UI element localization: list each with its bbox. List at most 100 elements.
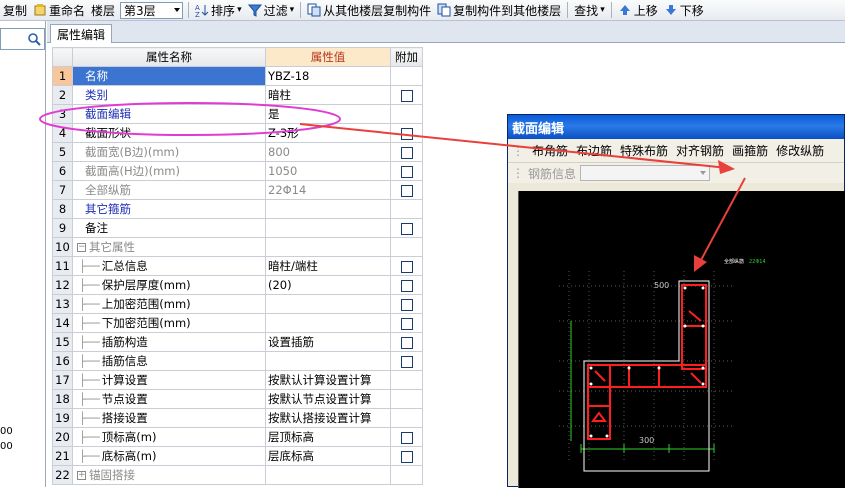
property-row[interactable]: 17 ├── 计算设置 按默认计算设置计算 (52, 370, 423, 390)
row-number[interactable]: 1 (52, 66, 73, 86)
property-row[interactable]: 6 截面高(H边)(mm) 1050 (52, 161, 423, 181)
property-value-header[interactable]: 属性值 (265, 47, 391, 67)
property-name-cell[interactable]: 全部纵筋 (72, 180, 266, 200)
collapse-icon[interactable]: − (77, 243, 86, 252)
property-value[interactable] (265, 218, 391, 238)
row-number[interactable]: 19 (52, 408, 73, 428)
row-number[interactable]: 4 (52, 123, 73, 143)
property-value[interactable] (265, 237, 391, 257)
property-value[interactable] (265, 313, 391, 333)
row-number[interactable]: 12 (52, 275, 73, 295)
place-edge-bar-button[interactable]: 布边筋 (576, 142, 612, 159)
property-name-cell[interactable]: ├── 节点设置 (72, 389, 266, 409)
property-row[interactable]: 11 ├── 汇总信息 暗柱/端柱 (52, 256, 423, 276)
extra-checkbox[interactable] (400, 431, 413, 444)
property-row[interactable]: 7 全部纵筋 22Φ14 (52, 180, 423, 200)
property-name-cell[interactable]: 截面形状 (72, 123, 266, 143)
property-value[interactable]: 800 (265, 142, 391, 162)
property-name-cell[interactable]: 截面宽(B边)(mm) (72, 142, 266, 162)
sort-button[interactable]: AZ 排序 ▾ (192, 1, 245, 20)
search-icon[interactable] (27, 32, 42, 47)
property-row[interactable]: 13 ├── 上加密范围(mm) (52, 294, 423, 314)
property-row[interactable]: 20 ├── 顶标高(m) 层顶标高 (52, 427, 423, 447)
property-value[interactable]: YBZ-18 (265, 66, 391, 86)
property-name-cell[interactable]: ├── 计算设置 (72, 370, 266, 390)
extra-checkbox[interactable] (400, 298, 413, 311)
window-title-bar[interactable]: 截面编辑 (508, 115, 844, 139)
section-editor-window[interactable]: 截面编辑 ⋮ 布角筋 布边筋 特殊布筋 对齐钢筋 画箍筋 修改纵筋 ⋮ 钢筋信息 (507, 114, 845, 488)
row-number[interactable]: 2 (52, 85, 73, 105)
move-up-button[interactable]: 上移 (615, 1, 661, 20)
property-value[interactable] (265, 351, 391, 371)
search-input[interactable] (0, 28, 45, 50)
modify-long-bar-button[interactable]: 修改纵筋 (776, 142, 824, 159)
property-row[interactable]: 1 名称 YBZ-18 (52, 66, 423, 86)
property-value[interactable]: 设置插筋 (265, 332, 391, 352)
row-number[interactable]: 15 (52, 332, 73, 352)
property-row[interactable]: 9 备注 (52, 218, 423, 238)
extra-checkbox[interactable] (400, 317, 413, 330)
extra-checkbox[interactable] (400, 355, 413, 368)
property-value[interactable]: 按默认节点设置计算 (265, 389, 391, 409)
row-number[interactable]: 16 (52, 351, 73, 371)
row-number[interactable]: 14 (52, 313, 73, 333)
row-number[interactable]: 22 (52, 465, 73, 485)
property-value[interactable]: (20) (265, 275, 391, 295)
property-value[interactable] (265, 294, 391, 314)
property-name-cell[interactable]: ├── 插筋信息 (72, 351, 266, 371)
property-row[interactable]: 18 ├── 节点设置 按默认节点设置计算 (52, 389, 423, 409)
extra-checkbox[interactable] (400, 184, 413, 197)
extra-checkbox[interactable] (400, 165, 413, 178)
floor-select[interactable]: 第3层 (120, 1, 184, 19)
extra-header[interactable]: 附加 (390, 47, 423, 67)
row-number[interactable]: 20 (52, 427, 73, 447)
row-number[interactable]: 5 (52, 142, 73, 162)
property-name-cell[interactable]: ├── 保护层厚度(mm) (72, 275, 266, 295)
row-number[interactable]: 3 (52, 104, 73, 124)
property-value[interactable]: 是 (265, 104, 391, 124)
row-number[interactable]: 13 (52, 294, 73, 314)
property-name-cell[interactable]: 截面编辑 (72, 104, 266, 124)
property-value[interactable]: 层顶标高 (265, 427, 391, 447)
property-name-cell[interactable]: ├── 搭接设置 (72, 408, 266, 428)
rename-button[interactable]: 重命名 (30, 1, 88, 20)
row-number[interactable]: 21 (52, 446, 73, 466)
property-row[interactable]: 12 ├── 保护层厚度(mm) (20) (52, 275, 423, 295)
property-name-header[interactable]: 属性名称 (72, 47, 266, 67)
extra-checkbox[interactable] (400, 279, 413, 292)
property-row[interactable]: 10− 其它属性 (52, 237, 423, 257)
special-bar-button[interactable]: 特殊布筋 (620, 142, 668, 159)
property-name-cell[interactable]: 截面高(H边)(mm) (72, 161, 266, 181)
property-row[interactable]: 19 ├── 搭接设置 按默认搭接设置计算 (52, 408, 423, 428)
property-name-cell[interactable]: − 其它属性 (72, 237, 266, 257)
expand-icon[interactable]: + (77, 471, 86, 480)
copy-to-floor-button[interactable]: 复制构件到其他楼层 (434, 1, 564, 20)
property-name-cell[interactable]: 类别 (72, 85, 266, 105)
property-row[interactable]: 5 截面宽(B边)(mm) 800 (52, 142, 423, 162)
section-drawing-canvas[interactable]: 500 300 全部纵筋 22Φ14 (518, 191, 845, 488)
row-number[interactable]: 6 (52, 161, 73, 181)
property-name-cell[interactable]: ├── 底标高(m) (72, 446, 266, 466)
property-row[interactable]: 4 截面形状 Z-3形 (52, 123, 423, 143)
copy-from-floor-button[interactable]: 从其他楼层复制构件 (304, 1, 434, 20)
property-name-cell[interactable]: ├── 上加密范围(mm) (72, 294, 266, 314)
property-row[interactable]: 8 其它箍筋 (52, 199, 423, 219)
property-value[interactable] (265, 199, 391, 219)
property-value[interactable]: 1050 (265, 161, 391, 181)
extra-checkbox[interactable] (400, 450, 413, 463)
property-row[interactable]: 22 + 锚固搭接 (52, 465, 423, 485)
align-bar-button[interactable]: 对齐钢筋 (676, 142, 724, 159)
extra-checkbox[interactable] (400, 260, 413, 273)
property-value[interactable]: 按默认搭接设置计算 (265, 408, 391, 428)
property-value[interactable]: 层底标高 (265, 446, 391, 466)
row-number[interactable]: 11 (52, 256, 73, 276)
copy-button[interactable]: 复制 (0, 1, 30, 20)
row-number[interactable]: 10 (52, 237, 73, 257)
property-name-cell[interactable]: 备注 (72, 218, 266, 238)
property-row[interactable]: 3 截面编辑 是 (52, 104, 423, 124)
row-number[interactable]: 9 (52, 218, 73, 238)
draw-stirrup-button[interactable]: 画箍筋 (732, 142, 768, 159)
rebar-info-select[interactable] (580, 165, 711, 181)
property-value[interactable]: 暗柱/端柱 (265, 256, 391, 276)
property-value[interactable]: 暗柱 (265, 85, 391, 105)
